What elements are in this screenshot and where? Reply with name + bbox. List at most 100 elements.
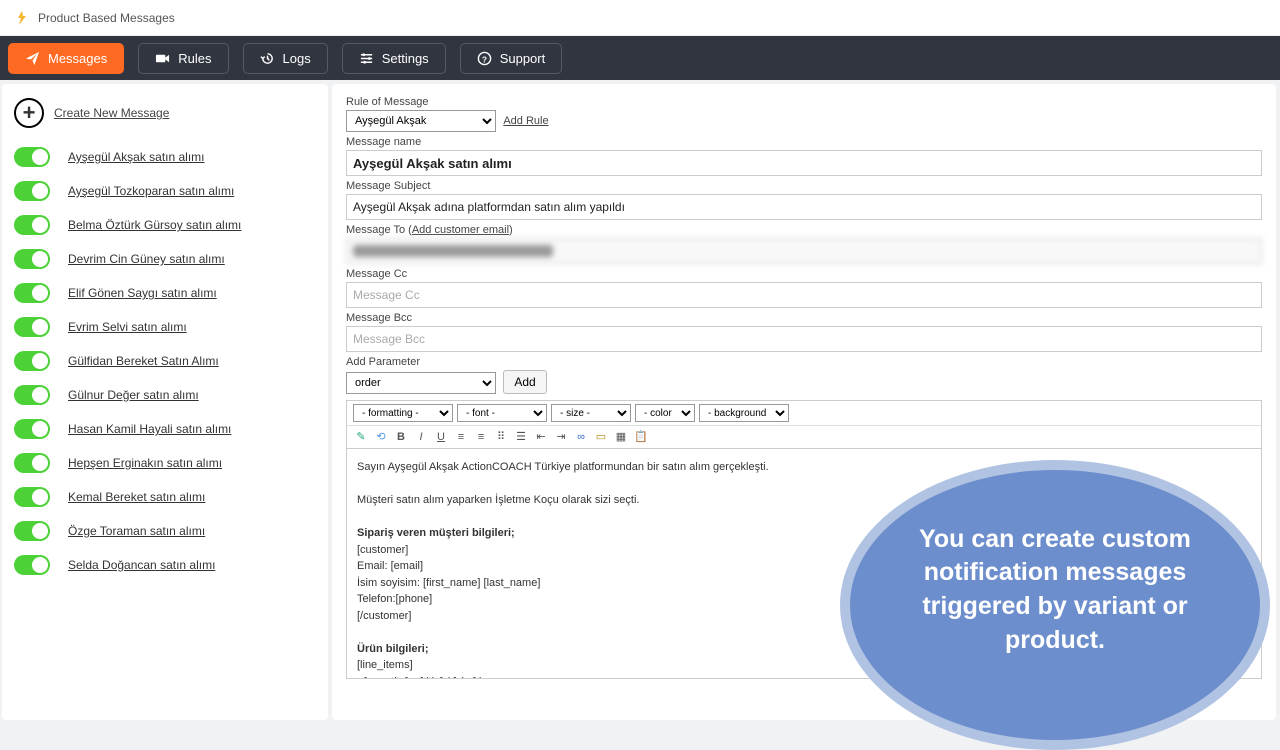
nav-messages-label: Messages [48,51,107,66]
promo-text: You can create custom notification messa… [890,523,1220,658]
history-icon [260,51,275,66]
message-row: Gülfidan Bereket Satın Alımı [14,344,316,378]
subject-label: Message Subject [346,180,1262,192]
paper-plane-icon [25,51,40,66]
align-center-icon[interactable]: ≡ [473,429,489,445]
message-link[interactable]: Kemal Bereket satın alımı [68,490,205,504]
table-icon[interactable]: ▦ [613,429,629,445]
message-row: Evrim Selvi satın alımı [14,310,316,344]
image-icon[interactable]: ▭ [593,429,609,445]
background-select[interactable]: - background - [699,404,789,422]
message-link[interactable]: Ayşegül Tozkoparan satın alımı [68,184,234,198]
message-row: Ayşegül Tozkoparan satın alımı [14,174,316,208]
nav-support[interactable]: ? Support [460,43,563,74]
message-row: Belma Öztürk Gürsoy satın alımı [14,208,316,242]
promo-speech-bubble: You can create custom notification messa… [840,460,1270,750]
underline-icon[interactable]: U [433,429,449,445]
nav-rules[interactable]: Rules [138,43,228,74]
add-customer-email-link[interactable]: Add customer email [412,224,509,236]
bold-icon[interactable]: B [393,429,409,445]
message-list: Ayşegül Akşak satın alımı Ayşegül Tozkopa… [14,140,316,582]
bcc-label: Message Bcc [346,312,1262,324]
add-param-button[interactable]: Add [503,370,546,394]
sidebar: + Create New Message Ayşegül Akşak satın… [2,84,328,720]
message-toggle[interactable] [14,215,50,235]
nav-logs-label: Logs [283,51,311,66]
outdent-icon[interactable]: ⇤ [533,429,549,445]
nav-logs[interactable]: Logs [243,43,328,74]
list-ul-icon[interactable]: ☰ [513,429,529,445]
message-link[interactable]: Belma Öztürk Gürsoy satın alımı [68,218,241,232]
cc-label: Message Cc [346,268,1262,280]
sliders-icon [359,51,374,66]
nav-settings-label: Settings [382,51,429,66]
nav-rules-label: Rules [178,51,211,66]
message-row: Elif Gönen Saygı satın alımı [14,276,316,310]
message-toggle[interactable] [14,147,50,167]
undo-icon[interactable]: ⟲ [373,429,389,445]
list-ol-icon[interactable]: ⠿ [493,429,509,445]
message-toggle[interactable] [14,283,50,303]
cc-input[interactable] [346,282,1262,308]
param-select[interactable]: order [346,372,496,394]
app-logo-icon [14,10,30,26]
message-row: Gülnur Değer satın alımı [14,378,316,412]
navbar: Messages Rules Logs Settings ? Support [0,36,1280,80]
message-toggle[interactable] [14,487,50,507]
nav-messages[interactable]: Messages [8,43,124,74]
formatting-select[interactable]: - formatting - [353,404,453,422]
message-toggle[interactable] [14,351,50,371]
bcc-input[interactable] [346,326,1262,352]
message-link[interactable]: Özge Toraman satın alımı [68,524,205,538]
font-select[interactable]: - font - [457,404,547,422]
question-icon: ? [477,51,492,66]
svg-text:?: ? [482,54,487,64]
message-link[interactable]: Hasan Kamil Hayali satın alımı [68,422,231,436]
message-toggle[interactable] [14,181,50,201]
message-toggle[interactable] [14,521,50,541]
message-row: Hepşen Erginakın satın alımı [14,446,316,480]
message-toggle[interactable] [14,419,50,439]
source-icon[interactable]: ✎ [353,429,369,445]
message-link[interactable]: Ayşegül Akşak satın alımı [68,150,205,164]
name-input[interactable] [346,150,1262,176]
add-rule-link[interactable]: Add Rule [503,115,548,127]
message-toggle[interactable] [14,453,50,473]
nav-settings[interactable]: Settings [342,43,446,74]
rule-label: Rule of Message [346,96,1262,108]
create-plus-button[interactable]: + [14,98,44,128]
indent-icon[interactable]: ⇥ [553,429,569,445]
message-link[interactable]: Elif Gönen Saygı satın alımı [68,286,217,300]
paste-icon[interactable]: 📋 [633,429,649,445]
message-toggle[interactable] [14,555,50,575]
message-row: Kemal Bereket satın alımı [14,480,316,514]
link-icon[interactable]: ∞ [573,429,589,445]
message-link[interactable]: Gülfidan Bereket Satın Alımı [68,354,219,368]
subject-input[interactable] [346,194,1262,220]
message-toggle[interactable] [14,249,50,269]
message-link[interactable]: Hepşen Erginakın satın alımı [68,456,222,470]
message-row: Özge Toraman satın alımı [14,514,316,548]
rule-select[interactable]: Ayşegül Akşak [346,110,496,132]
message-link[interactable]: Evrim Selvi satın alımı [68,320,187,334]
titlebar-title: Product Based Messages [38,11,175,25]
color-select[interactable]: - color - [635,404,695,422]
create-message-link[interactable]: Create New Message [54,106,169,120]
editor-toolbar-1: - formatting - - font - - size - - color… [346,400,1262,426]
italic-icon[interactable]: I [413,429,429,445]
message-link[interactable]: Selda Doğancan satın alımı [68,558,215,572]
message-row: Selda Doğancan satın alımı [14,548,316,582]
nav-support-label: Support [500,51,546,66]
name-label: Message name [346,136,1262,148]
to-input[interactable] [346,238,1262,264]
message-toggle[interactable] [14,317,50,337]
message-toggle[interactable] [14,385,50,405]
align-left-icon[interactable]: ≡ [453,429,469,445]
message-row: Ayşegül Akşak satın alımı [14,140,316,174]
create-message-row: + Create New Message [14,94,316,140]
message-row: Hasan Kamil Hayali satın alımı [14,412,316,446]
titlebar: Product Based Messages [0,0,1280,36]
message-link[interactable]: Devrim Cin Güney satın alımı [68,252,225,266]
size-select[interactable]: - size - [551,404,631,422]
message-link[interactable]: Gülnur Değer satın alımı [68,388,199,402]
